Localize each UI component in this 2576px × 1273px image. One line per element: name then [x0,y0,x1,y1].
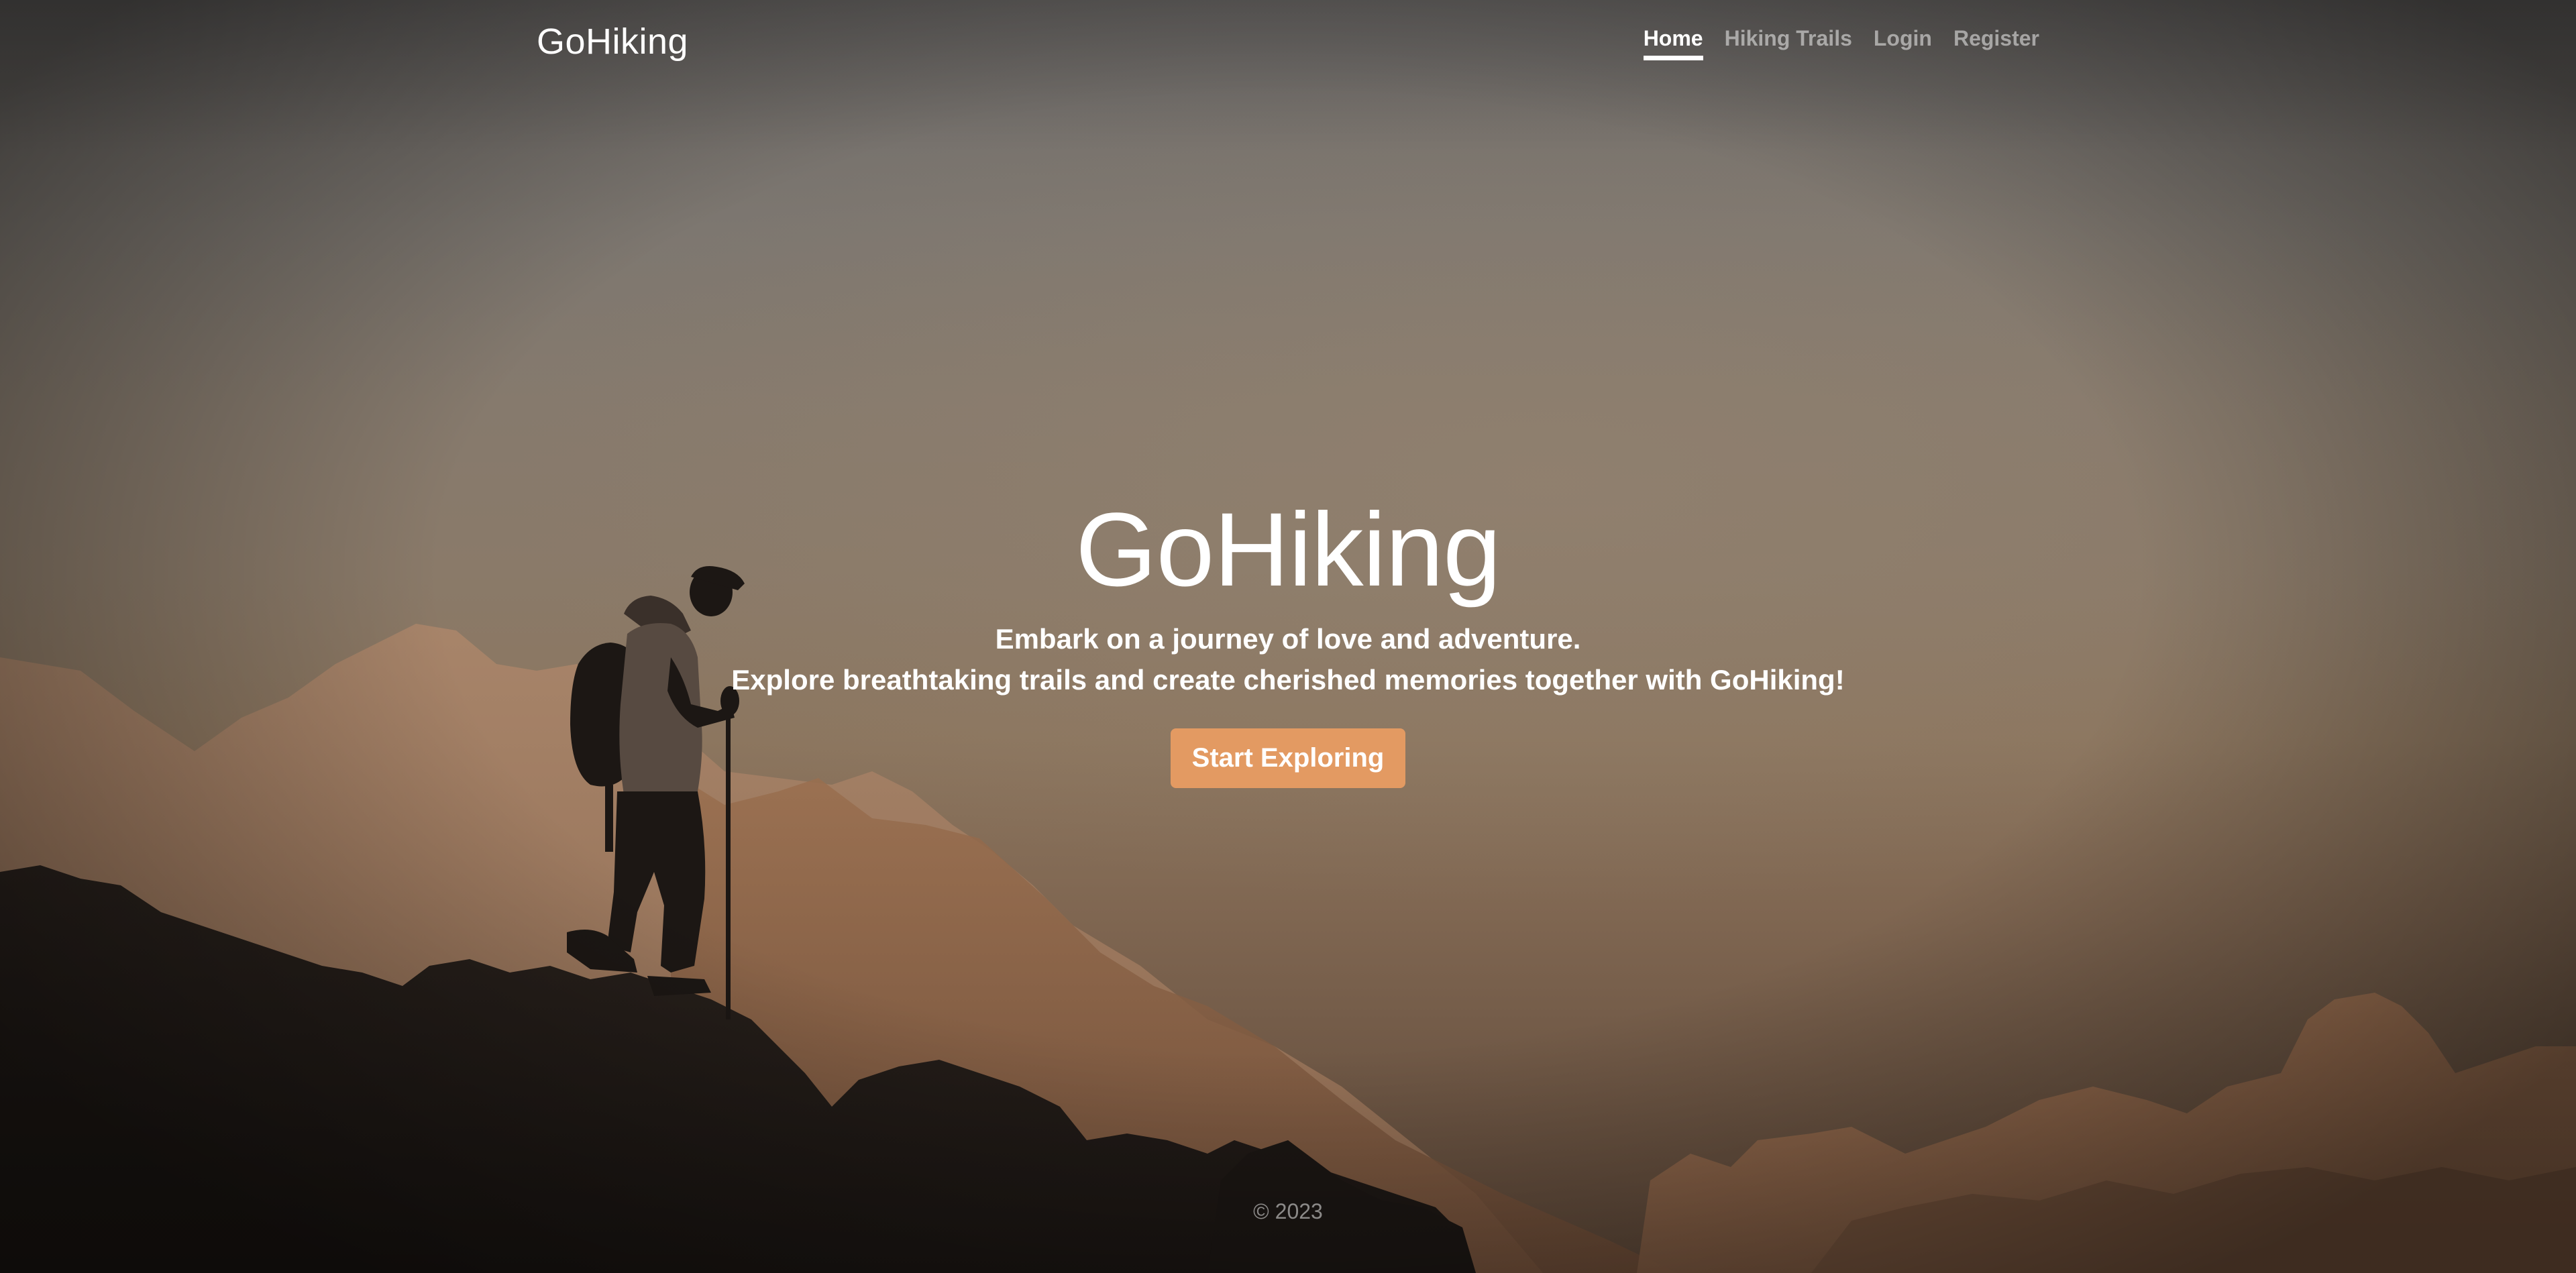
nav-links: Home Hiking Trails Login Register [1643,22,2039,60]
nav-link-register[interactable]: Register [1953,22,2039,60]
page: GoHiking Home Hiking Trails Login Regist… [0,0,2576,1273]
hero-lead-line-2: Explore breathtaking trails and create c… [731,664,1845,696]
navbar: GoHiking Home Hiking Trails Login Regist… [537,0,2039,87]
brand-logo[interactable]: GoHiking [537,21,688,62]
hero-lead: Embark on a journey of love and adventur… [0,618,2576,700]
nav-link-login[interactable]: Login [1874,22,1932,60]
hero-title: GoHiking [1075,492,1501,608]
start-exploring-button[interactable]: Start Exploring [1170,728,1406,788]
hero-lead-line-1: Embark on a journey of love and adventur… [995,623,1581,655]
footer-copyright: © 2023 [1253,1199,1323,1223]
hero-section: GoHiking Embark on a journey of love and… [0,490,2576,788]
nav-link-home[interactable]: Home [1643,22,1703,60]
nav-link-hiking-trails[interactable]: Hiking Trails [1725,22,1852,60]
